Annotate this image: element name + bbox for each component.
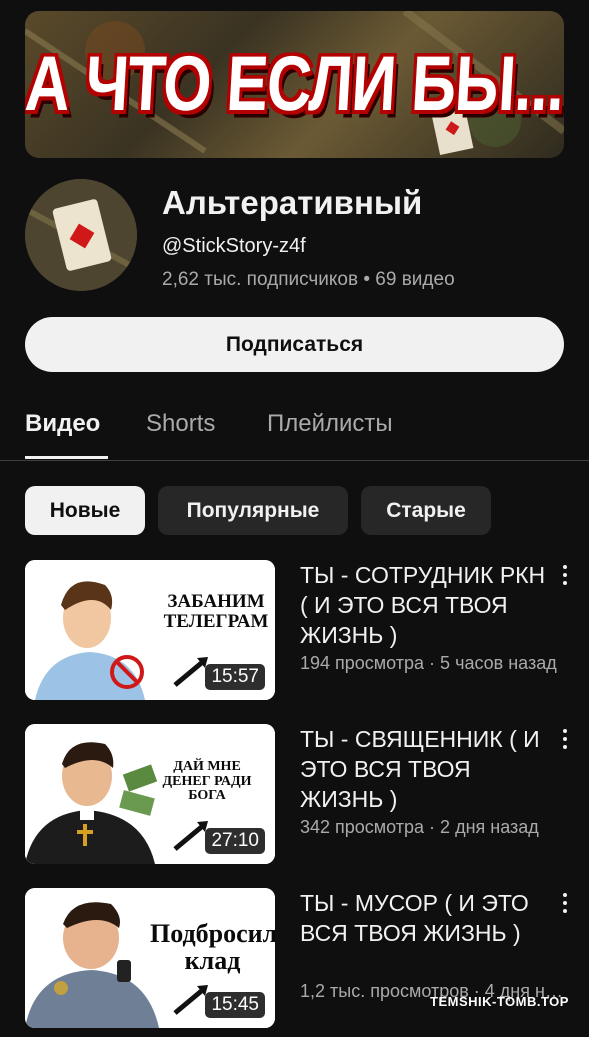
chip-newest[interactable]: Новые — [25, 486, 145, 535]
channel-tabs: Видео Shorts Плейлисты — [0, 402, 589, 461]
video-thumbnail[interactable]: Подбросил клад 15:45 — [25, 888, 275, 1028]
channel-avatar[interactable] — [25, 179, 137, 291]
video-title[interactable]: ТЫ - СОТРУДНИК РКН ( И ЭТО ВСЯ ТВОЯ ЖИЗН… — [300, 560, 555, 650]
chip-oldest[interactable]: Старые — [361, 486, 491, 535]
video-duration: 15:57 — [205, 664, 265, 690]
video-title[interactable]: ТЫ - СВЯЩЕННИК ( И ЭТО ВСЯ ТВОЯ ЖИЗНЬ ) — [300, 724, 555, 814]
video-meta: 342 просмотра · 2 дня назад — [300, 817, 539, 837]
video-thumbnail[interactable]: ДАЙ МНЕ ДЕНЕГ РАДИ БОГА 27:10 — [25, 724, 275, 864]
video-duration: 27:10 — [205, 828, 265, 854]
thumbnail-caption: ДАЙ МНЕ ДЕНЕГ РАДИ БОГА — [162, 759, 252, 804]
channel-handle: @StickStory-z4f — [162, 235, 306, 257]
more-options-icon[interactable] — [557, 726, 573, 752]
more-options-icon[interactable] — [557, 890, 573, 916]
more-options-icon[interactable] — [557, 562, 573, 588]
thumbnail-caption: Подбросил клад — [150, 919, 275, 976]
card-avatar-icon — [25, 179, 137, 291]
video-item[interactable]: ЗАБАНИМ ТЕЛЕГРАМ 15:57 ТЫ - СОТРУДНИК РК… — [25, 560, 589, 700]
watermark-text: TEMSHIK-TOMB.TOP — [430, 994, 569, 1009]
video-title[interactable]: ТЫ - МУСОР ( И ЭТО ВСЯ ТВОЯ ЖИЗНЬ ) — [300, 888, 555, 948]
tab-shorts[interactable]: Shorts — [146, 410, 215, 438]
tab-videos[interactable]: Видео — [25, 410, 100, 438]
video-thumbnail[interactable]: ЗАБАНИМ ТЕЛЕГРАМ 15:57 — [25, 560, 275, 700]
video-duration: 15:45 — [205, 992, 265, 1018]
active-tab-indicator — [25, 456, 108, 459]
channel-stats: 2,62 тыс. подписчиков • 69 видео — [162, 269, 455, 290]
video-meta: 194 просмотра · 5 часов назад — [300, 653, 557, 673]
thumbnail-caption: ЗАБАНИМ ТЕЛЕГРАМ — [163, 591, 269, 632]
tab-playlists[interactable]: Плейлисты — [267, 410, 393, 438]
banner-title: А ЧТО ЕСЛИ БЫ... — [25, 41, 564, 128]
channel-name: Альтеративный — [162, 184, 423, 221]
channel-banner: А ЧТО ЕСЛИ БЫ... — [25, 11, 564, 158]
subscribe-button[interactable]: Подписаться — [25, 317, 564, 372]
chip-popular[interactable]: Популярные — [158, 486, 348, 535]
video-item[interactable]: ДАЙ МНЕ ДЕНЕГ РАДИ БОГА 27:10 ТЫ - СВЯЩЕ… — [25, 724, 589, 864]
